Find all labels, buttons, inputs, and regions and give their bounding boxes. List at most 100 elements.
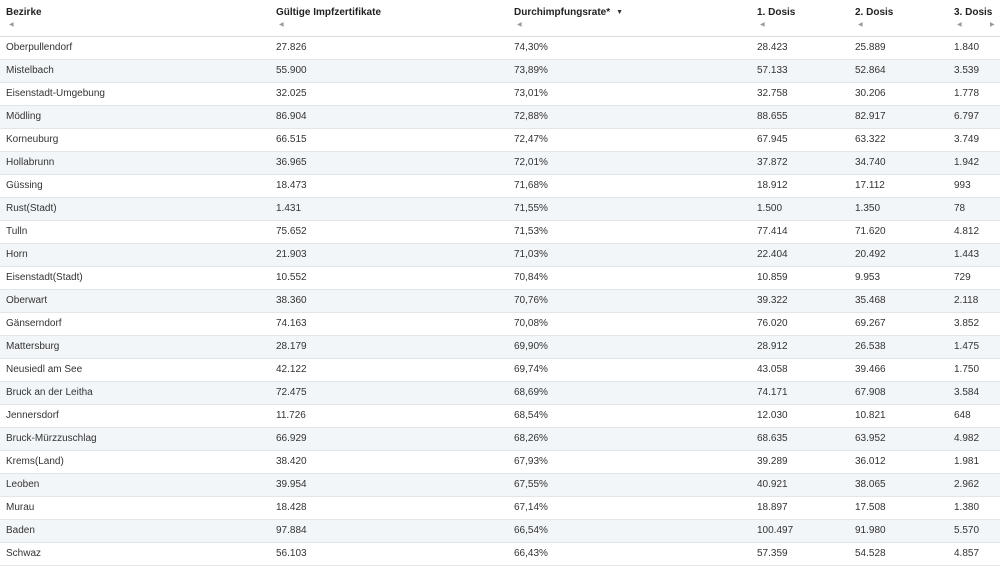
table-row: Tulln 75.652 71,53% 77.414 71.620 4.812	[0, 221, 1000, 244]
cell-3-dosis: 1.443	[954, 249, 980, 260]
cell-durchimpfungsrate: 71,68%	[514, 180, 548, 191]
cell-3-dosis: 1.475	[954, 341, 980, 352]
table-row: Bruck-Mürzzuschlag 66.929 68,26% 68.635 63.9…	[0, 428, 1000, 451]
column-header-label: 1. Dosis	[757, 7, 796, 18]
table-row: Schwaz 56.103 66,43% 57.359 54.528 4.857	[0, 543, 1000, 566]
cell-3-dosis: 1.942	[954, 157, 980, 168]
column-resize-left-icon[interactable]: ◀	[957, 22, 962, 28]
table-row: Eisenstadt-Umgebung 32.025 73,01% 32.758 30.…	[0, 83, 1000, 106]
cell-2-dosis: 63.952	[855, 433, 886, 444]
cell-durchimpfungsrate: 72,47%	[514, 134, 548, 145]
cell-1-dosis: 18.912	[757, 180, 788, 191]
cell-bezirk: Baden	[6, 525, 35, 536]
cell-2-dosis: 26.538	[855, 341, 886, 352]
table-row: Mattersburg 28.179 69,90% 28.912 26.538 1.475	[0, 336, 1000, 359]
cell-1-dosis: 28.912	[757, 341, 788, 352]
table-row: Mödling 86.904 72,88% 88.655 82.917 6.797	[0, 106, 1000, 129]
cell-bezirk: Schwaz	[6, 548, 42, 559]
cell-gueltige-impfzertifikate: 18.473	[276, 180, 307, 191]
table-row: Güssing 18.473 71,68% 18.912 17.112 993	[0, 175, 1000, 198]
cell-gueltige-impfzertifikate: 38.360	[276, 295, 307, 306]
column-header-label: Gültige Impfzertifikate	[276, 7, 382, 18]
cell-3-dosis: 648	[954, 410, 971, 421]
cell-gueltige-impfzertifikate: 1.431	[276, 203, 302, 214]
column-header-label: Bezirke	[6, 7, 42, 18]
column-header-gueltige-impfzertifikate[interactable]: Gültige Impfzertifikate ◀	[276, 0, 512, 36]
cell-1-dosis: 28.423	[757, 42, 788, 53]
table-header: Bezirke ◀ Gültige Impfzertifikate ◀ Durc…	[0, 0, 1000, 37]
column-header-label: 2. Dosis	[855, 7, 894, 18]
column-header-bezirke[interactable]: Bezirke ◀	[6, 0, 274, 36]
table-row: Baden 97.884 66,54% 100.497 91.980 5.570	[0, 520, 1000, 543]
cell-3-dosis: 3.539	[954, 65, 980, 76]
cell-gueltige-impfzertifikate: 11.726	[276, 410, 306, 421]
cell-bezirk: Güssing	[6, 180, 43, 191]
column-resize-left-icon[interactable]: ◀	[9, 22, 14, 28]
cell-gueltige-impfzertifikate: 28.179	[276, 341, 307, 352]
cell-3-dosis: 4.857	[954, 548, 980, 559]
column-header-label: Durchimpfungsrate*	[514, 7, 611, 18]
table-row: Mistelbach 55.900 73,89% 57.133 52.864 3.539	[0, 60, 1000, 83]
cell-gueltige-impfzertifikate: 10.552	[276, 272, 307, 283]
cell-durchimpfungsrate: 68,69%	[514, 387, 548, 398]
cell-2-dosis: 69.267	[855, 318, 886, 329]
cell-1-dosis: 67.945	[757, 134, 788, 145]
column-resize-left-icon[interactable]: ◀	[858, 22, 863, 28]
cell-2-dosis: 10.821	[855, 410, 886, 421]
table-row: Krems(Land) 38.420 67,93% 39.289 36.012 1.981	[0, 451, 1000, 474]
cell-1-dosis: 74.171	[757, 387, 788, 398]
cell-gueltige-impfzertifikate: 75.652	[276, 226, 307, 237]
cell-1-dosis: 40.921	[757, 479, 788, 490]
cell-2-dosis: 9.953	[855, 272, 881, 283]
cell-3-dosis: 1.750	[954, 364, 980, 375]
cell-bezirk: Bruck an der Leitha	[6, 387, 93, 398]
column-header-2-dosis[interactable]: 2. Dosis ◀	[855, 0, 951, 36]
cell-gueltige-impfzertifikate: 97.884	[276, 525, 307, 536]
column-resize-right-icon[interactable]: ▶	[990, 22, 995, 28]
sort-descending-icon[interactable]: ▼	[616, 9, 623, 16]
cell-3-dosis: 1.778	[954, 88, 980, 99]
cell-bezirk: Korneuburg	[6, 134, 59, 145]
cell-bezirk: Oberwart	[6, 295, 48, 306]
cell-durchimpfungsrate: 68,54%	[514, 410, 548, 421]
cell-2-dosis: 17.112	[855, 180, 885, 191]
cell-3-dosis: 1.981	[954, 456, 980, 467]
column-header-durchimpfungsrate[interactable]: Durchimpfungsrate* ▼ ◀	[514, 0, 754, 36]
cell-2-dosis: 36.012	[855, 456, 886, 467]
table-row: Korneuburg 66.515 72,47% 67.945 63.322 3.749	[0, 129, 1000, 152]
data-table: Bezirke ◀ Gültige Impfzertifikate ◀ Durc…	[0, 0, 1000, 566]
cell-bezirk: Mödling	[6, 111, 42, 122]
cell-2-dosis: 38.065	[855, 479, 886, 490]
column-header-3-dosis[interactable]: 3. Dosis ◀ ▶	[954, 0, 1000, 36]
table-row: Jennersdorf 11.726 68,54% 12.030 10.821 648	[0, 405, 1000, 428]
cell-3-dosis: 78	[954, 203, 966, 214]
column-header-1-dosis[interactable]: 1. Dosis ◀	[757, 0, 853, 36]
cell-3-dosis: 2.118	[954, 295, 979, 306]
cell-durchimpfungsrate: 67,55%	[514, 479, 548, 490]
table-row: Gänserndorf 74.163 70,08% 76.020 69.267 3.852	[0, 313, 1000, 336]
cell-2-dosis: 30.206	[855, 88, 886, 99]
cell-1-dosis: 43.058	[757, 364, 788, 375]
cell-gueltige-impfzertifikate: 72.475	[276, 387, 307, 398]
cell-durchimpfungsrate: 66,54%	[514, 525, 548, 536]
column-resize-left-icon[interactable]: ◀	[279, 22, 284, 28]
cell-gueltige-impfzertifikate: 66.515	[276, 134, 307, 145]
cell-2-dosis: 17.508	[855, 502, 886, 513]
cell-bezirk: Eisenstadt(Stadt)	[6, 272, 83, 283]
cell-1-dosis: 1.500	[757, 203, 783, 214]
cell-3-dosis: 6.797	[954, 111, 980, 122]
cell-bezirk: Murau	[6, 502, 35, 513]
column-resize-left-icon[interactable]: ◀	[760, 22, 765, 28]
column-resize-left-icon[interactable]: ◀	[517, 22, 522, 28]
cell-gueltige-impfzertifikate: 21.903	[276, 249, 307, 260]
cell-gueltige-impfzertifikate: 38.420	[276, 456, 307, 467]
table-row: Neusiedl am See 42.122 69,74% 43.058 39.466 1…	[0, 359, 1000, 382]
table-row: Leoben 39.954 67,55% 40.921 38.065 2.962	[0, 474, 1000, 497]
cell-bezirk: Mattersburg	[6, 341, 60, 352]
cell-durchimpfungsrate: 73,01%	[514, 88, 548, 99]
cell-bezirk: Leoben	[6, 479, 40, 490]
cell-3-dosis: 1.840	[954, 42, 980, 53]
cell-1-dosis: 77.414	[757, 226, 788, 237]
cell-durchimpfungsrate: 72,01%	[514, 157, 548, 168]
cell-bezirk: Jennersdorf	[6, 410, 59, 421]
